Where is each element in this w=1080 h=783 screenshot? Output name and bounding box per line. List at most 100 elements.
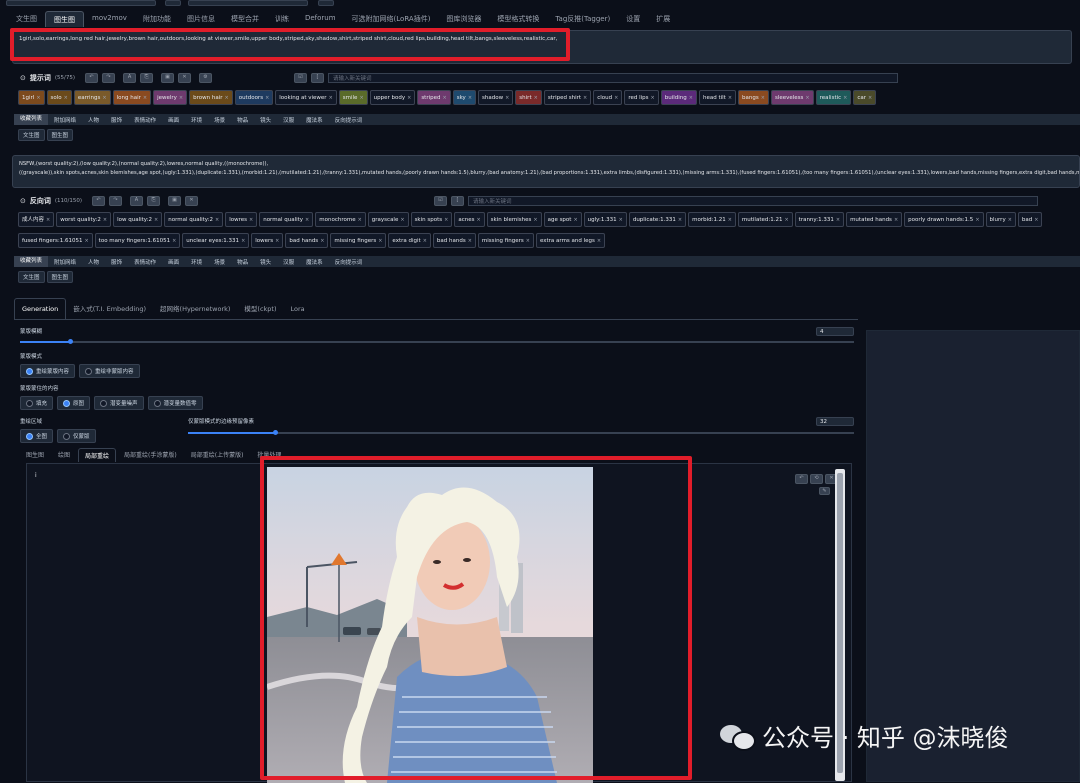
remove-icon[interactable]: × (526, 235, 530, 247)
prompt-tag[interactable]: outdoors × (234, 90, 274, 105)
negative-tag[interactable]: bad hands × (432, 233, 476, 248)
remove-icon[interactable]: × (400, 214, 404, 226)
masked-content-option[interactable]: 原图 (57, 396, 91, 410)
remove-icon[interactable]: × (241, 235, 245, 247)
tab-13[interactable]: 扩展 (648, 11, 678, 27)
prompt-tag[interactable]: brown hair × (189, 90, 233, 105)
negative-tag[interactable]: monochrome × (315, 212, 366, 227)
negative-tag[interactable]: extra digit × (388, 233, 431, 248)
copy-icon[interactable]: ⎘ (140, 73, 154, 83)
save-icon[interactable]: ▣ (161, 73, 175, 83)
bracket-icon[interactable]: [ (451, 196, 465, 206)
category-tab[interactable]: 人物 (82, 258, 105, 266)
slider-knob[interactable] (272, 430, 278, 435)
remove-icon[interactable]: × (225, 92, 229, 104)
collapse-icon[interactable]: ⊙ (20, 74, 26, 82)
settings-icon[interactable]: ⚙ (199, 73, 213, 83)
prompt-tag[interactable]: smile × (338, 90, 368, 105)
negative-tag[interactable]: extra arms and legs × (535, 233, 606, 248)
slider-knob[interactable] (68, 339, 74, 344)
negative-tag[interactable]: 成人内容 × (18, 212, 55, 227)
remove-icon[interactable]: × (1034, 214, 1038, 226)
vae-refresh-button[interactable] (318, 0, 334, 6)
prompt-tag[interactable]: long hair × (112, 90, 152, 105)
save-icon[interactable]: ▣ (168, 196, 182, 206)
negative-prompt-input[interactable]: NSFW,(worst quality:2),(low quality:2),(… (12, 155, 1080, 188)
negative-search-input[interactable]: 请输入新关键词 (468, 196, 1039, 206)
tab-6[interactable]: 训练 (267, 11, 297, 27)
category-tab[interactable]: 附加网络 (48, 116, 82, 124)
masked-content-option[interactable]: 填充 (20, 396, 54, 410)
sub-tab[interactable]: 文生图 (18, 271, 45, 283)
prompt-tag[interactable]: striped × (417, 90, 451, 105)
remove-icon[interactable]: × (265, 92, 269, 104)
prompt-tag[interactable]: sky × (452, 90, 477, 105)
remove-icon[interactable]: × (843, 92, 847, 104)
generation-tab[interactable]: 嵌入式(T.I. Embedding) (66, 297, 153, 319)
tab-10[interactable]: 模型格式转换 (489, 11, 547, 27)
remove-icon[interactable]: × (614, 92, 618, 104)
padding-slider[interactable] (188, 430, 854, 435)
category-tab[interactable]: 场景 (208, 116, 231, 124)
category-tab[interactable]: 人物 (82, 116, 105, 124)
remove-icon[interactable]: × (868, 92, 872, 104)
remove-icon[interactable]: × (36, 92, 40, 104)
negative-tag[interactable]: unclear eyes:1.331 × (182, 233, 250, 248)
remove-icon[interactable]: × (728, 92, 732, 104)
tab-4[interactable]: 图片信息 (179, 11, 223, 27)
mask-blur-value[interactable]: 4 (816, 327, 854, 336)
prompt-tag[interactable]: shadow × (478, 90, 514, 105)
brush-icon[interactable]: ✎ (819, 487, 830, 495)
prompt-tag[interactable]: bangs × (738, 90, 769, 105)
remove-icon[interactable]: × (583, 92, 587, 104)
remove-icon[interactable]: × (275, 235, 279, 247)
padding-value[interactable]: 32 (816, 417, 854, 426)
remove-icon[interactable]: × (784, 214, 788, 226)
remove-icon[interactable]: × (46, 214, 50, 226)
negative-tag[interactable]: normal quality:2 × (164, 212, 224, 227)
negative-tag[interactable]: morbid:1.21 × (688, 212, 736, 227)
tab-5[interactable]: 模型合并 (223, 11, 267, 27)
category-tab[interactable]: 画面 (162, 116, 185, 124)
remove-icon[interactable]: × (143, 92, 147, 104)
image-tab[interactable]: 图生图 (20, 448, 50, 462)
remove-icon[interactable]: × (805, 92, 809, 104)
remove-icon[interactable]: × (102, 92, 106, 104)
remove-icon[interactable]: × (64, 92, 68, 104)
prompt-tag[interactable]: realistic × (815, 90, 852, 105)
remove-icon[interactable]: × (423, 235, 427, 247)
negative-tag[interactable]: bad hands × (285, 233, 329, 248)
negative-tag[interactable]: skin blemishes × (486, 212, 542, 227)
copy-icon[interactable]: ⎘ (147, 196, 161, 206)
clear-icon[interactable]: ⟲ (810, 474, 823, 484)
category-tab[interactable]: 镜头 (254, 258, 277, 266)
negative-tag[interactable]: worst quality:2 × (56, 212, 112, 227)
negative-tag[interactable]: blurry × (985, 212, 1016, 227)
tab-11[interactable]: Tag反推(Tagger) (547, 11, 618, 27)
prompt-tag[interactable]: cloud × (593, 90, 623, 105)
prompt-tag[interactable]: earrings × (73, 90, 111, 105)
delete-icon[interactable]: ✕ (185, 196, 199, 206)
remove-icon[interactable]: × (975, 214, 979, 226)
negative-tag[interactable]: bad × (1017, 212, 1043, 227)
image-tab[interactable]: 绘图 (52, 448, 76, 462)
category-tab[interactable]: 镜头 (254, 116, 277, 124)
prompt-tag[interactable]: red lips × (624, 90, 659, 105)
category-tab[interactable]: 环境 (185, 116, 208, 124)
generation-tab[interactable]: Lora (284, 299, 312, 319)
remove-icon[interactable]: × (172, 235, 176, 247)
remove-icon[interactable]: × (761, 92, 765, 104)
category-tab[interactable]: 服饰 (105, 116, 128, 124)
category-tab[interactable]: 魔法系 (300, 258, 329, 266)
prompt-tag[interactable]: solo × (46, 90, 72, 105)
prompt-tag[interactable]: striped shirt × (543, 90, 592, 105)
negative-tag[interactable]: ugly:1.331 × (583, 212, 627, 227)
remove-icon[interactable]: × (836, 214, 840, 226)
remove-icon[interactable]: × (573, 214, 577, 226)
remove-icon[interactable]: × (443, 92, 447, 104)
category-tab[interactable]: 服饰 (105, 258, 128, 266)
category-tab[interactable]: 物品 (231, 116, 254, 124)
remove-icon[interactable]: × (728, 214, 732, 226)
masked-content-option[interactable]: 潜变量噪声 (94, 396, 144, 410)
negative-tag[interactable]: low quality:2 × (113, 212, 163, 227)
